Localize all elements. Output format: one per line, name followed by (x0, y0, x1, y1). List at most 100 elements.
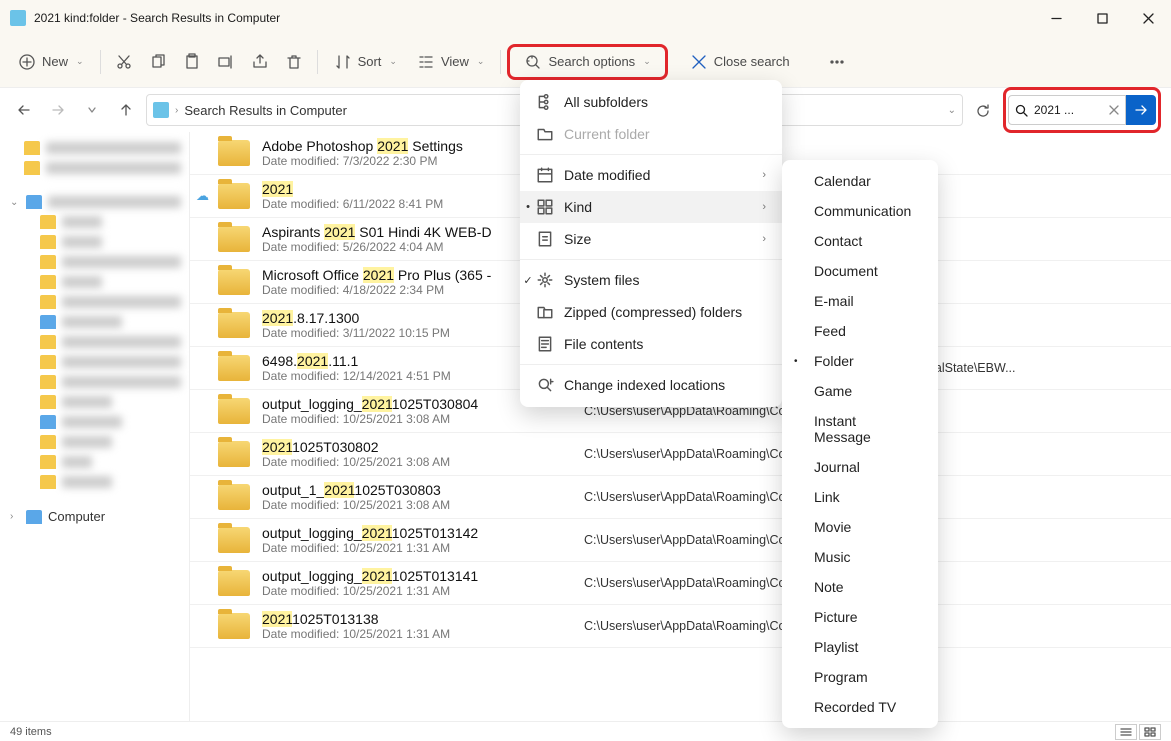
kind-item-program[interactable]: Program (782, 662, 938, 692)
kind-item-journal[interactable]: Journal (782, 452, 938, 482)
sidebar-item-computer[interactable]: ›Computer (0, 506, 189, 527)
menu-item-current-folder[interactable]: Current folder (520, 118, 782, 150)
kind-item-e-mail[interactable]: E-mail (782, 286, 938, 316)
cut-button[interactable] (107, 47, 141, 77)
blurred-label (62, 336, 181, 348)
result-row[interactable]: output_1_20211025T030803Date modified: 1… (190, 476, 1171, 519)
sidebar-item[interactable] (0, 232, 189, 252)
view-button[interactable]: View ⌄ (407, 47, 495, 77)
kind-item-game[interactable]: Game (782, 376, 938, 406)
sidebar-item[interactable] (0, 252, 189, 272)
result-row[interactable]: 20211025T030802Date modified: 10/25/2021… (190, 433, 1171, 476)
menu-item-zipped[interactable]: Zipped (compressed) folders (520, 296, 782, 328)
search-options-button[interactable]: Search options ⌄ (507, 44, 667, 80)
new-label: New (42, 54, 68, 69)
cloud-icon: ☁ (196, 188, 209, 204)
folder-icon (24, 141, 40, 155)
folder-icon (40, 295, 56, 309)
submenu-arrow-icon: › (762, 201, 766, 213)
menu-item-system-files[interactable]: ✓System files (520, 264, 782, 296)
kind-item-movie[interactable]: Movie (782, 512, 938, 542)
refresh-button[interactable] (969, 96, 997, 124)
sidebar-item[interactable]: ⌄ (0, 192, 189, 212)
close-button[interactable] (1125, 0, 1171, 36)
sidebar-item[interactable] (0, 352, 189, 372)
details-view-button[interactable] (1115, 724, 1137, 740)
sidebar-item[interactable] (0, 312, 189, 332)
paste-button[interactable] (175, 47, 209, 77)
sidebar-item[interactable] (0, 158, 189, 178)
icons-view-button[interactable] (1139, 724, 1161, 740)
chevron-down-icon: ⌄ (389, 56, 397, 67)
blurred-label (62, 456, 92, 468)
search-input-container[interactable]: 2021 ... (1008, 95, 1126, 125)
sidebar-item[interactable] (0, 212, 189, 232)
menu-item-file-contents[interactable]: File contents (520, 328, 782, 360)
search-go-button[interactable] (1126, 95, 1156, 125)
menu-item-size[interactable]: Size› (520, 223, 782, 255)
result-row[interactable]: output_logging_20211025T013141Date modif… (190, 562, 1171, 605)
rename-button[interactable] (209, 47, 243, 77)
menu-item-kind[interactable]: •Kind› (520, 191, 782, 223)
menu-item-all-subfolders[interactable]: All subfolders (520, 86, 782, 118)
kind-item-link[interactable]: Link (782, 482, 938, 512)
sidebar-item[interactable] (0, 272, 189, 292)
expand-icon[interactable]: ⌄ (10, 197, 20, 208)
zip-icon (536, 303, 554, 321)
sidebar-item[interactable] (0, 432, 189, 452)
sidebar-item[interactable] (0, 138, 189, 158)
kind-item-document[interactable]: Document (782, 256, 938, 286)
kind-item-note[interactable]: Note (782, 572, 938, 602)
close-search-button[interactable]: Close search (680, 47, 800, 77)
clear-search-icon[interactable] (1109, 105, 1119, 115)
kind-item-music[interactable]: Music (782, 542, 938, 572)
back-button[interactable] (10, 96, 38, 124)
menu-item-change-indexed[interactable]: Change indexed locations (520, 369, 782, 401)
sidebar-item[interactable] (0, 392, 189, 412)
kind-item-contact[interactable]: Contact (782, 226, 938, 256)
minimize-button[interactable] (1033, 0, 1079, 36)
kind-item-instant-message[interactable]: Instant Message (782, 406, 938, 452)
search-icon (1015, 104, 1028, 117)
sidebar-item[interactable] (0, 332, 189, 352)
copy-icon (149, 53, 167, 71)
close-icon (690, 53, 708, 71)
kind-item-communication[interactable]: Communication (782, 196, 938, 226)
expand-icon[interactable]: › (10, 511, 20, 522)
kind-item-folder[interactable]: •Folder (782, 346, 938, 376)
separator (317, 50, 318, 74)
copy-button[interactable] (141, 47, 175, 77)
delete-button[interactable] (277, 47, 311, 77)
kind-item-playlist[interactable]: Playlist (782, 632, 938, 662)
result-row[interactable]: output_logging_20211025T013142Date modif… (190, 519, 1171, 562)
sidebar-item[interactable] (0, 292, 189, 312)
forward-button[interactable] (44, 96, 72, 124)
maximize-button[interactable] (1079, 0, 1125, 36)
new-button[interactable]: New ⌄ (8, 47, 94, 77)
breadcrumb[interactable]: Search Results in Computer (184, 103, 347, 118)
recent-button[interactable] (78, 96, 106, 124)
kind-item-recorded-tv[interactable]: Recorded TV (782, 692, 938, 722)
result-date: Date modified: 10/25/2021 3:08 AM (262, 412, 572, 426)
view-icon (417, 53, 435, 71)
kind-item-feed[interactable]: Feed (782, 316, 938, 346)
share-button[interactable] (243, 47, 277, 77)
folder-icon (40, 235, 56, 249)
blurred-label (62, 356, 181, 368)
more-button[interactable] (820, 47, 854, 77)
sidebar-item[interactable] (0, 472, 189, 492)
up-button[interactable] (112, 96, 140, 124)
search-query[interactable]: 2021 ... (1034, 103, 1103, 117)
kind-item-picture[interactable]: Picture (782, 602, 938, 632)
kind-item-calendar[interactable]: Calendar (782, 166, 938, 196)
blurred-label (62, 276, 102, 288)
sidebar-item[interactable] (0, 452, 189, 472)
sidebar-item[interactable] (0, 372, 189, 392)
chevron-down-icon[interactable]: ⌄ (948, 105, 956, 116)
menu-item-date-modified[interactable]: Date modified› (520, 159, 782, 191)
result-row[interactable]: 20211025T013138Date modified: 10/25/2021… (190, 605, 1171, 648)
sidebar-item[interactable] (0, 412, 189, 432)
sort-button[interactable]: Sort ⌄ (324, 47, 407, 77)
blurred-label (62, 316, 122, 328)
result-date: Date modified: 10/25/2021 1:31 AM (262, 627, 572, 641)
